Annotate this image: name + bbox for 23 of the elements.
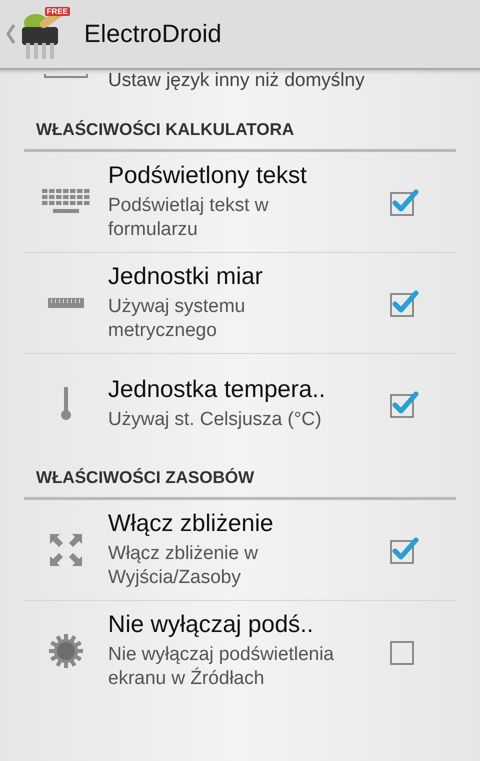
language-icon: [44, 74, 88, 78]
setting-title: Włącz zbliżenie: [108, 510, 274, 538]
expand-icon: [50, 534, 82, 566]
setting-title: Podświetlony tekst: [108, 162, 308, 190]
setting-title: Jednostka tempera..: [108, 376, 326, 404]
keyboard-icon: [42, 189, 90, 215]
app-logo[interactable]: FREE: [18, 5, 70, 63]
setting-summary: Używaj st. Celsjusza (°C): [108, 408, 322, 432]
back-icon[interactable]: [6, 23, 16, 45]
ruler-icon: [48, 298, 84, 308]
thermometer-icon: [60, 387, 72, 421]
setting-summary: Używaj systemu metrycznego: [108, 295, 246, 343]
section-header: WŁAŚCIWOŚCI ZASOBÓW: [24, 458, 456, 500]
setting-title: Jednostki miar: [108, 263, 264, 292]
setting-title: Nie wyłączaj podś..: [108, 611, 314, 640]
section-header: WŁAŚCIWOŚCI KALKULATORA: [24, 110, 456, 152]
app-title: ElectroDroid: [84, 20, 222, 48]
setting-summary: Włącz zbliżenie w Wyjścia/Zasoby: [108, 542, 259, 590]
free-badge: FREE: [44, 7, 70, 16]
setting-summary: Nie wyłączaj podświetlenia ekranu w Źródłach: [108, 643, 335, 691]
sun-icon: [49, 634, 83, 668]
setting-summary: Podświetlaj tekst w formularzu: [108, 194, 270, 242]
setting-summary: Ustaw język inny niż domyślny: [108, 70, 365, 92]
